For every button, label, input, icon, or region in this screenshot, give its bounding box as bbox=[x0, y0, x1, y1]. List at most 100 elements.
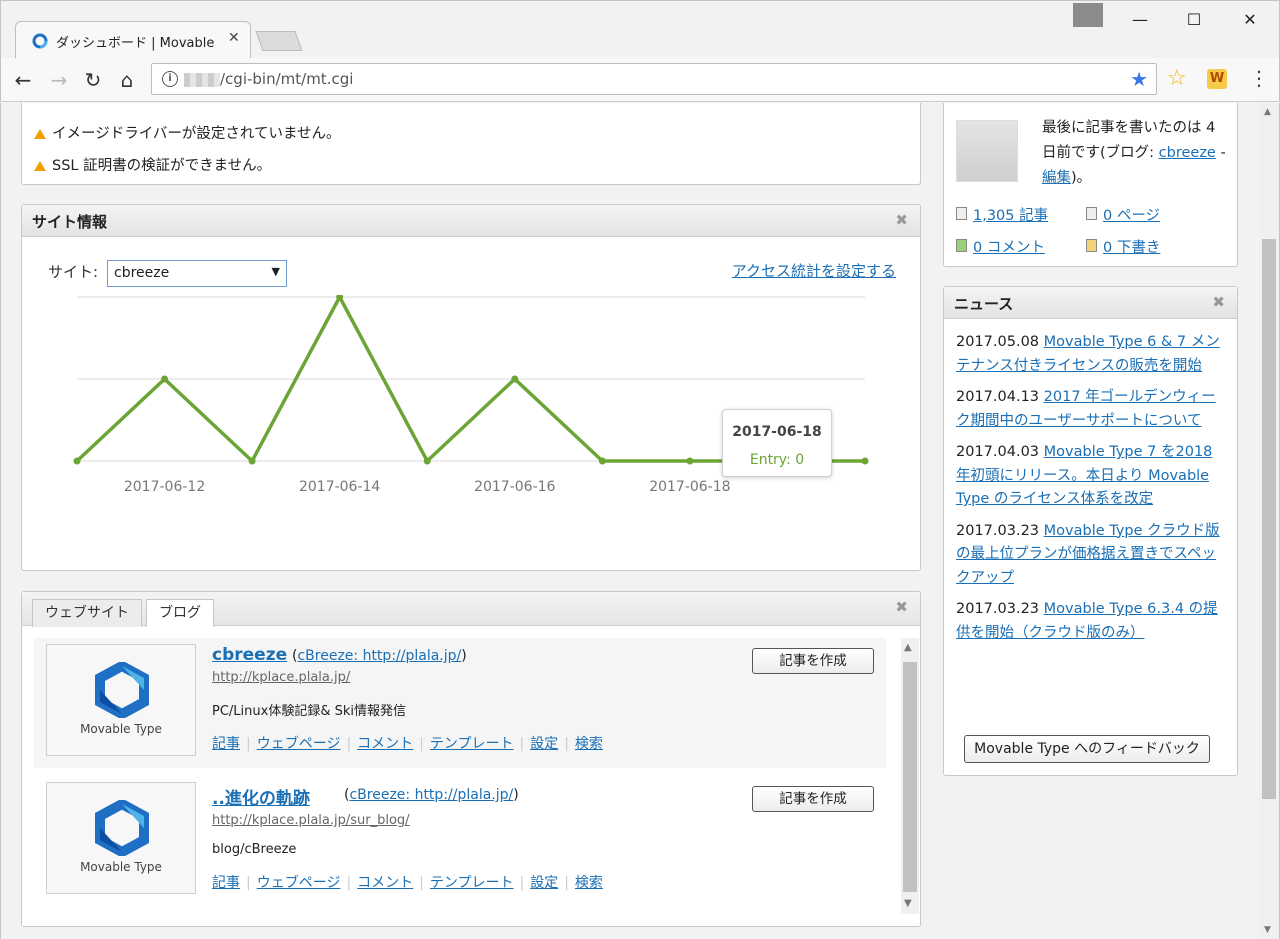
scrollbar-thumb[interactable] bbox=[1262, 239, 1276, 799]
tab-website[interactable]: ウェブサイト bbox=[32, 599, 142, 627]
create-entry-button[interactable]: 記事を作成 bbox=[752, 786, 874, 812]
close-panel-icon[interactable]: ✖ bbox=[1212, 293, 1225, 311]
drafts-count-link[interactable]: 0 下書き bbox=[1103, 240, 1160, 256]
browser-menu-icon[interactable]: ⋮ bbox=[1249, 66, 1269, 90]
comment-icon bbox=[956, 239, 967, 252]
data-point bbox=[511, 375, 519, 383]
search-link[interactable]: 検索 bbox=[575, 736, 603, 752]
address-bar[interactable]: i /cgi-bin/mt/mt.cgi ★ bbox=[151, 63, 1157, 95]
info-icon[interactable]: i bbox=[162, 71, 178, 87]
comments-link[interactable]: コメント bbox=[357, 736, 413, 752]
reload-icon[interactable]: ↻ bbox=[81, 68, 105, 92]
extension-w-icon[interactable]: W bbox=[1207, 69, 1227, 89]
warning-text: イメージドライバーが設定されていません。 bbox=[52, 126, 341, 142]
news-list: 2017.05.08 Movable Type 6 & 7 メンテナンス付きライ… bbox=[956, 331, 1226, 653]
extension-star-icon[interactable]: ☆ bbox=[1167, 66, 1187, 91]
divider: | bbox=[346, 875, 352, 891]
parent-site-link[interactable]: cBreeze: http://plala.jp/ bbox=[297, 648, 461, 664]
stat-drafts: 0 下書き bbox=[1086, 236, 1160, 257]
scrollbar-thumb[interactable] bbox=[903, 662, 917, 892]
warning-icon bbox=[34, 161, 46, 171]
data-point bbox=[861, 457, 869, 465]
news-date: 2017.03.23 bbox=[956, 601, 1040, 617]
minimize-icon[interactable]: — bbox=[1117, 7, 1163, 33]
maximize-icon[interactable]: ☐ bbox=[1171, 7, 1217, 33]
search-link[interactable]: 検索 bbox=[575, 875, 603, 891]
blog-url-link[interactable]: http://kplace.plala.jp/ bbox=[212, 670, 350, 685]
site-select[interactable]: cbreeze ▼ bbox=[107, 260, 287, 287]
scroll-up-icon[interactable]: ▲ bbox=[904, 642, 912, 653]
scroll-up-icon[interactable]: ▲ bbox=[1264, 107, 1271, 117]
news-item: 2017.04.13 2017 年ゴールデンウィーク期間中のユーザーサポートにつ… bbox=[956, 386, 1226, 433]
settings-link[interactable]: 設定 bbox=[530, 875, 558, 891]
blog-description: PC/Linux体験記録& Ski情報発信 bbox=[212, 704, 406, 719]
stat-comments: 0 コメント bbox=[956, 236, 1045, 257]
access-stats-link[interactable]: アクセス統計を設定する bbox=[732, 260, 896, 281]
pages-count-link[interactable]: 0 ページ bbox=[1103, 208, 1160, 224]
news-date: 2017.03.23 bbox=[956, 522, 1040, 539]
entries-count-link[interactable]: 1,305 記事 bbox=[973, 208, 1048, 224]
templates-link[interactable]: テンプレート bbox=[430, 736, 514, 752]
news-date: 2017.04.13 bbox=[956, 389, 1040, 405]
blog-link[interactable]: cbreeze bbox=[1159, 145, 1216, 161]
x-tick-label: 2017-06-12 bbox=[124, 479, 205, 495]
browser-tab[interactable]: ダッシュボード | Movable Type ✕ bbox=[15, 21, 251, 59]
blog-name-link[interactable]: cbreeze bbox=[212, 645, 287, 665]
home-icon[interactable]: ⌂ bbox=[115, 68, 139, 92]
site-label: サイト: bbox=[48, 263, 99, 281]
data-point bbox=[73, 457, 81, 465]
page-scrollbar[interactable]: ▲ ▼ bbox=[1259, 103, 1279, 939]
templates-link[interactable]: テンプレート bbox=[430, 875, 514, 891]
stat-entries: 1,305 記事 bbox=[956, 204, 1048, 225]
blog-item: Movable Type ..進化の軌跡 (cBreeze: http://pl… bbox=[34, 776, 886, 906]
close-window-icon[interactable]: ✕ bbox=[1227, 7, 1273, 33]
feedback-button[interactable]: Movable Type へのフィードバック bbox=[964, 735, 1210, 763]
edit-link[interactable]: 編集 bbox=[1042, 170, 1071, 186]
blog-list-scrollbar[interactable]: ▲ ▼ bbox=[901, 638, 919, 914]
browser-titlebar: ダッシュボード | Movable Type ✕ — ☐ ✕ bbox=[0, 0, 1280, 59]
warnings-panel: イメージドライバーが設定されていません。 SSL 証明書の検証ができません。 bbox=[21, 103, 921, 185]
webpages-link[interactable]: ウェブページ bbox=[257, 875, 341, 891]
bookmark-star-icon[interactable]: ★ bbox=[1130, 67, 1148, 91]
profile-icon[interactable] bbox=[1073, 3, 1103, 27]
forward-icon[interactable]: → bbox=[47, 68, 71, 92]
close-panel-icon[interactable]: ✖ bbox=[895, 211, 908, 229]
panel-title: サイト情報 bbox=[32, 213, 108, 231]
movable-type-logo-icon bbox=[95, 800, 149, 856]
create-entry-button[interactable]: 記事を作成 bbox=[752, 648, 874, 674]
divider: | bbox=[246, 736, 251, 752]
blog-name-link[interactable]: ..進化の軌跡 bbox=[212, 784, 310, 809]
webpages-link[interactable]: ウェブページ bbox=[257, 736, 341, 752]
divider: | bbox=[246, 875, 251, 891]
page-icon bbox=[1086, 207, 1097, 220]
separator-text: - bbox=[1215, 145, 1226, 161]
tab-blog[interactable]: ブログ bbox=[146, 599, 214, 627]
data-point bbox=[423, 457, 431, 465]
page-viewport: イメージドライバーが設定されていません。 SSL 証明書の検証ができません。 サ… bbox=[0, 103, 1280, 939]
tab-close-icon[interactable]: ✕ bbox=[228, 30, 240, 46]
comments-link[interactable]: コメント bbox=[357, 875, 413, 891]
blogs-tabs-header: ウェブサイト ブログ ✖ bbox=[22, 592, 920, 627]
entries-link[interactable]: 記事 bbox=[212, 736, 240, 752]
divider: | bbox=[564, 736, 569, 752]
scroll-down-icon[interactable]: ▼ bbox=[1264, 925, 1271, 935]
site-select-value: cbreeze bbox=[114, 265, 170, 281]
x-tick-label: 2017-06-14 bbox=[299, 479, 380, 495]
entries-link[interactable]: 記事 bbox=[212, 875, 240, 891]
scroll-down-icon[interactable]: ▼ bbox=[904, 898, 912, 909]
close-panel-icon[interactable]: ✖ bbox=[895, 598, 908, 616]
warning-icon bbox=[34, 129, 46, 139]
new-tab-button[interactable] bbox=[255, 31, 303, 51]
panel-title: ニュース bbox=[954, 295, 1014, 313]
data-point bbox=[248, 457, 256, 465]
site-info-panel: サイト情報 ✖ サイト: cbreeze ▼ アクセス統計を設定する 2017-… bbox=[21, 204, 921, 571]
back-icon[interactable]: ← bbox=[11, 68, 35, 92]
comments-count-link[interactable]: 0 コメント bbox=[973, 240, 1045, 256]
divider: | bbox=[519, 875, 525, 891]
parent-site-link[interactable]: cBreeze: http://plala.jp/ bbox=[349, 787, 513, 803]
stat-pages: 0 ページ bbox=[1086, 204, 1160, 225]
settings-link[interactable]: 設定 bbox=[530, 736, 558, 752]
blog-url-link[interactable]: http://kplace.plala.jp/sur_blog/ bbox=[212, 813, 410, 828]
last-post-text: 最後に記事を書いたのは 4 日前です(ブログ: cbreeze - 編集)。 bbox=[1042, 116, 1232, 191]
panel-header: ニュース ✖ bbox=[944, 287, 1237, 319]
